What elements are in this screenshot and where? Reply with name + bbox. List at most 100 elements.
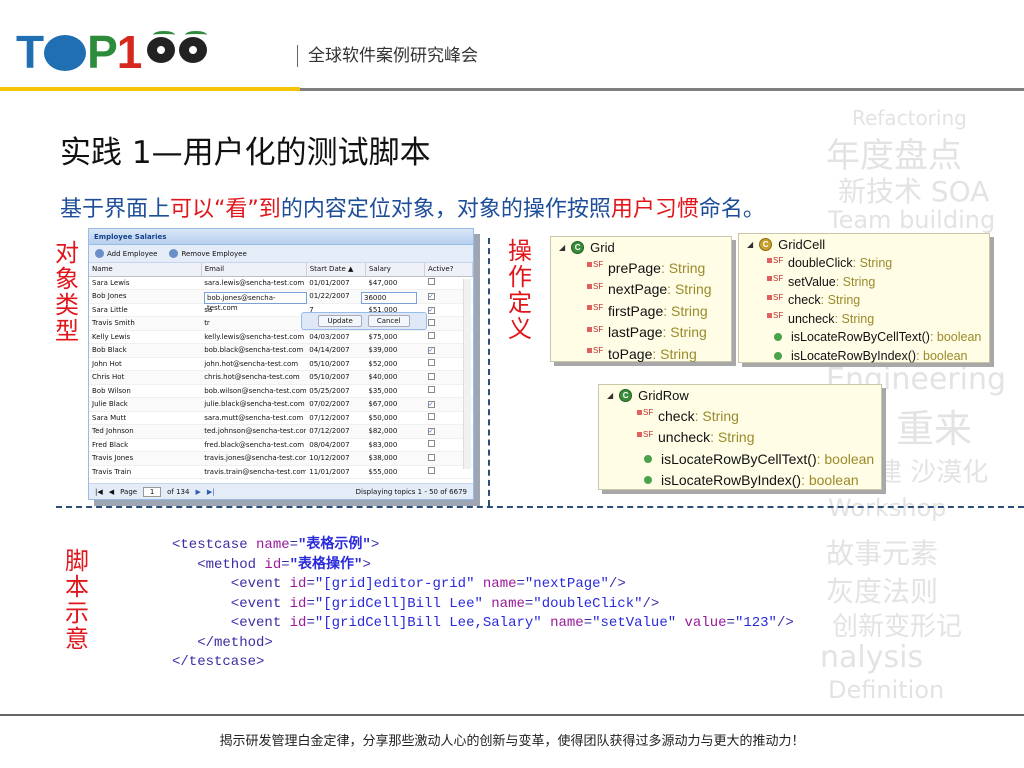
table-cell[interactable]: 07/12/2007: [306, 411, 366, 425]
table-cell[interactable]: john.hot@sencha-test.com: [201, 357, 307, 371]
table-row[interactable]: Ted Johnson ted.johnson@sencha-test.com 07…: [89, 424, 473, 439]
table-cell[interactable]: Chris Hot: [89, 370, 202, 385]
table-cell[interactable]: Bob Black: [89, 343, 202, 358]
active-checkbox[interactable]: [427, 278, 435, 286]
table-cell[interactable]: Travis Smith: [89, 316, 202, 331]
table-cell[interactable]: 11/01/2007: [306, 465, 366, 479]
table-cell[interactable]: Julie Black: [89, 397, 202, 412]
table-cell[interactable]: sara.mutt@sencha-test.com: [201, 411, 307, 425]
expand-triangle-icon[interactable]: ◢: [747, 240, 753, 249]
table-cell[interactable]: bob.wilson@sencha-test.com: [201, 384, 307, 398]
grid-scrollbar[interactable]: [463, 279, 471, 469]
table-cell[interactable]: 01/01/2007: [306, 276, 366, 290]
active-checkbox[interactable]: [427, 359, 435, 367]
table-row[interactable]: Bob Wilson bob.wilson@sencha-test.com 05/2…: [89, 384, 473, 398]
table-cell[interactable]: Sara Mutt: [89, 411, 202, 425]
table-cell[interactable]: 07/02/2007: [306, 397, 366, 412]
table-cell[interactable]: $47,000: [365, 276, 425, 290]
active-checkbox[interactable]: [427, 440, 435, 448]
table-cell[interactable]: Travis Train: [89, 465, 202, 479]
active-checkbox[interactable]: [427, 413, 435, 421]
update-button[interactable]: Update: [318, 315, 362, 327]
table-cell[interactable]: Sara Lewis: [89, 276, 202, 290]
column-header[interactable]: Salary: [365, 263, 426, 277]
table-cell[interactable]: 05/10/2007: [306, 357, 366, 371]
table-cell[interactable]: Bob Jones: [89, 289, 202, 304]
table-cell[interactable]: Bob Wilson: [89, 384, 202, 398]
table-cell[interactable]: travis.train@sencha-test.com: [201, 465, 307, 479]
table-cell[interactable]: $82,000: [365, 424, 425, 439]
table-cell[interactable]: julie.black@sencha-test.com: [201, 397, 307, 412]
table-cell[interactable]: bob.black@sencha-test.com: [201, 343, 307, 358]
table-cell[interactable]: $52,000: [365, 357, 425, 371]
table-cell[interactable]: 05/25/2007: [306, 384, 366, 398]
column-header[interactable]: Active?: [424, 263, 473, 277]
table-cell[interactable]: 04/14/2007: [306, 343, 366, 358]
last-page-icon[interactable]: ▶|: [207, 488, 215, 496]
table-cell[interactable]: 04/03/2007: [306, 330, 366, 344]
table-cell[interactable]: 05/10/2007: [306, 370, 366, 385]
table-cell[interactable]: sara.lewis@sencha-test.com: [201, 276, 307, 290]
active-checkbox[interactable]: [427, 318, 435, 326]
table-cell[interactable]: $35,000: [365, 384, 425, 398]
table-cell[interactable]: Sara Little: [89, 303, 202, 317]
table-row[interactable]: Bob Black bob.black@sencha-test.com 04/14/…: [89, 343, 473, 358]
table-cell[interactable]: chris.hot@sencha-test.com: [201, 370, 307, 385]
active-checkbox[interactable]: ✓: [427, 428, 435, 436]
table-cell[interactable]: 08/04/2007: [306, 438, 366, 452]
table-row[interactable]: Kelly Lewis kelly.lewis@sencha-test.com 04…: [89, 330, 473, 344]
table-cell[interactable]: $50,000: [365, 411, 425, 425]
add-employee-button[interactable]: Add Employee: [95, 249, 157, 258]
active-checkbox[interactable]: [427, 453, 435, 461]
table-cell[interactable]: travis.jones@sencha-test.com: [201, 451, 307, 466]
active-checkbox[interactable]: [427, 467, 435, 475]
table-row[interactable]: Sara Lewis sara.lewis@sencha-test.com 01/0…: [89, 276, 473, 290]
column-header[interactable]: Name: [89, 263, 202, 277]
table-row[interactable]: John Hot john.hot@sencha-test.com 05/10/20…: [89, 357, 473, 371]
table-cell[interactable]: $67,000: [365, 397, 425, 412]
column-header[interactable]: Email: [201, 263, 307, 277]
table-row[interactable]: Julie Black julie.black@sencha-test.com 07…: [89, 397, 473, 412]
active-checkbox[interactable]: ✓: [427, 401, 435, 409]
table-cell[interactable]: ted.johnson@sencha-test.com: [201, 424, 307, 439]
first-page-icon[interactable]: |◀: [95, 488, 103, 496]
expand-triangle-icon[interactable]: ◢: [607, 391, 613, 400]
table-cell[interactable]: $40,000: [365, 370, 425, 385]
table-cell[interactable]: $39,000: [365, 343, 425, 358]
table-cell[interactable]: fred.black@sencha-test.com: [201, 438, 307, 452]
page-number-input[interactable]: 1: [143, 486, 162, 497]
remove-employee-button[interactable]: Remove Employee: [169, 249, 247, 258]
prev-page-icon[interactable]: ◀: [109, 488, 114, 496]
table-cell[interactable]: Travis Jones: [89, 451, 202, 466]
next-page-icon[interactable]: ▶: [195, 488, 200, 496]
table-cell[interactable]: tr: [201, 316, 307, 331]
table-cell[interactable]: $55,000: [365, 465, 425, 479]
table-cell[interactable]: Kelly Lewis: [89, 330, 202, 344]
active-checkbox[interactable]: [427, 372, 435, 380]
table-cell[interactable]: $83,000: [365, 438, 425, 452]
table-cell[interactable]: 10/12/2007: [306, 451, 366, 466]
table-cell[interactable]: 07/12/2007: [306, 424, 366, 439]
table-cell[interactable]: kelly.lewis@sencha-test.com: [201, 330, 307, 344]
table-row[interactable]: Travis Jones travis.jones@sencha-test.com…: [89, 451, 473, 466]
table-row[interactable]: Fred Black fred.black@sencha-test.com 08/0…: [89, 438, 473, 452]
table-cell[interactable]: John Hot: [89, 357, 202, 371]
inline-cell-editor[interactable]: bob.jones@sencha-test.com: [204, 292, 307, 312]
active-checkbox[interactable]: [427, 332, 435, 340]
active-checkbox[interactable]: ✓: [427, 306, 435, 314]
table-cell[interactable]: 01/22/2007: [306, 289, 366, 304]
table-row[interactable]: Chris Hot chris.hot@sencha-test.com 05/10/…: [89, 370, 473, 385]
table-cell[interactable]: $75,000: [365, 330, 425, 344]
table-cell[interactable]: Ted Johnson: [89, 424, 202, 439]
inline-cell-editor[interactable]: 36000: [361, 292, 417, 304]
cancel-button[interactable]: Cancel: [367, 315, 410, 327]
column-header[interactable]: Start Date ▲: [306, 263, 366, 277]
active-checkbox[interactable]: ✓: [427, 293, 435, 301]
table-cell[interactable]: $38,000: [365, 451, 425, 466]
table-cell[interactable]: Fred Black: [89, 438, 202, 452]
expand-triangle-icon[interactable]: ◢: [559, 243, 565, 252]
table-row[interactable]: Sara Mutt sara.mutt@sencha-test.com 07/12/…: [89, 411, 473, 425]
table-row[interactable]: Travis Train travis.train@sencha-test.com…: [89, 465, 473, 479]
active-checkbox[interactable]: ✓: [427, 347, 435, 355]
active-checkbox[interactable]: [427, 386, 435, 394]
